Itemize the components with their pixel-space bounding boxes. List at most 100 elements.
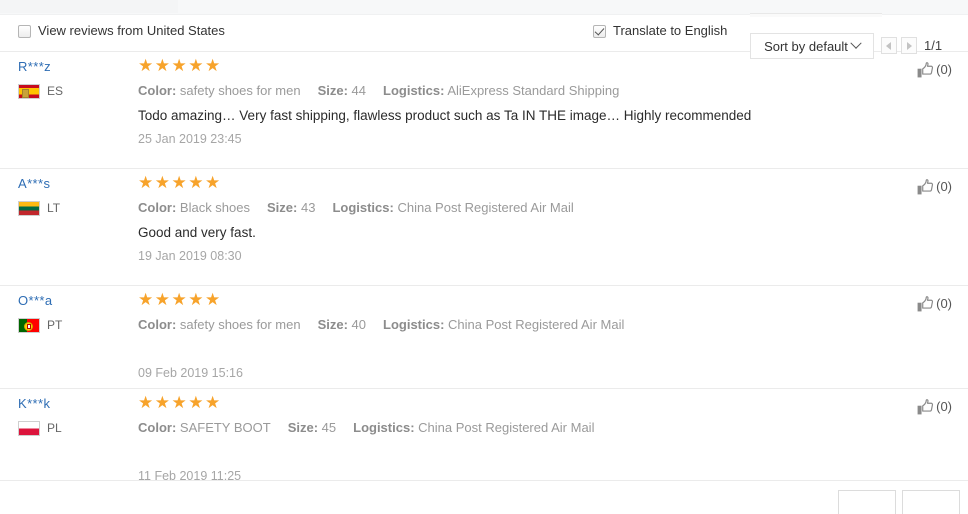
- review-text: [138, 341, 908, 359]
- review-attributes: Color: safety shoes for men Size: 40 Logis…: [138, 316, 908, 333]
- helpful-count: (0): [936, 62, 952, 77]
- review-date: 11 Feb 2019 11:25: [138, 469, 242, 483]
- country-flag-icon: [18, 84, 40, 99]
- attribute-size-label: Size:: [267, 200, 298, 215]
- attribute-size-value: 44: [351, 83, 367, 98]
- attribute-size-label: Size:: [287, 420, 319, 435]
- helpful-count: (0): [936, 296, 952, 311]
- review-item: K***k PL ★★★★★ Color: SAFETY BOOT Size: 4…: [0, 389, 968, 484]
- helpful-count: (0): [936, 399, 952, 414]
- review-date: 19 Jan 2019 08:30: [138, 249, 242, 263]
- helpful-button[interactable]: (0): [916, 397, 952, 416]
- attribute-size-value: 40: [351, 317, 367, 332]
- triangle-right-icon: [907, 41, 912, 50]
- reviewer-country: ES: [18, 84, 128, 99]
- review-attributes: Color: safety shoes for men Size: 44 Logis…: [138, 82, 908, 99]
- attribute-logistics: Logistics: China Post Registered Air Mai…: [353, 420, 594, 435]
- reviewer-name[interactable]: R***z: [18, 59, 128, 75]
- review-text: [138, 444, 908, 462]
- attribute-color: Color: SAFETY BOOT: [138, 420, 271, 435]
- thumbs-up-icon: [917, 62, 934, 78]
- attribute-logistics-label: Logistics:: [383, 83, 445, 98]
- view-reviews-from-country-checkbox[interactable]: View reviews from United States: [18, 24, 225, 38]
- reviewer-block: A***s LT: [18, 176, 128, 216]
- country-code: PL: [47, 421, 62, 435]
- attribute-color-label: Color:: [138, 83, 177, 98]
- attribute-size: Size: 43: [267, 200, 315, 215]
- review-text: Todo amazing… Very fast shipping, flawle…: [138, 108, 752, 123]
- review-date: 25 Jan 2019 23:45: [138, 132, 242, 146]
- reviewer-country: PL: [18, 421, 128, 436]
- reviews-toolbar: View reviews from United States Translat…: [0, 14, 968, 59]
- review-date: 09 Feb 2019 15:16: [138, 366, 243, 380]
- checkbox-box-translate[interactable]: [593, 24, 606, 38]
- attribute-color-label: Color:: [138, 317, 177, 332]
- rating-stars: ★★★★★: [138, 290, 222, 309]
- triangle-left-icon: [886, 41, 891, 50]
- attribute-color: Color: Black shoes: [138, 200, 250, 215]
- rating-stars: ★★★★★: [138, 393, 222, 412]
- country-flag-icon: [18, 421, 40, 436]
- page-top-band-segment: [0, 0, 178, 13]
- attribute-logistics-label: Logistics:: [332, 200, 394, 215]
- attribute-color-value: safety shoes for men: [179, 83, 301, 98]
- attribute-logistics-value: China Post Registered Air Mail: [418, 420, 595, 435]
- view-reviews-from-country-label: View reviews from United States: [38, 23, 225, 38]
- reviewer-name[interactable]: K***k: [18, 396, 128, 412]
- reviewer-country: PT: [18, 318, 128, 333]
- chevron-down-icon: [850, 37, 862, 49]
- attribute-size: Size: 40: [318, 317, 366, 332]
- country-code: LT: [47, 201, 61, 215]
- thumbs-up-icon: [917, 179, 934, 195]
- review-content: ★★★★★ Color: SAFETY BOOT Size: 45 Logistic…: [138, 393, 908, 484]
- helpful-button[interactable]: (0): [916, 294, 952, 313]
- attribute-color: Color: safety shoes for men: [138, 317, 301, 332]
- reviewer-block: K***k PL: [18, 396, 128, 436]
- attribute-logistics-value: China Post Registered Air Mail: [448, 317, 625, 332]
- country-code: PT: [47, 318, 63, 332]
- attribute-size: Size: 45: [288, 420, 336, 435]
- attribute-logistics-label: Logistics:: [383, 317, 445, 332]
- attribute-logistics: Logistics: China Post Registered Air Mai…: [332, 200, 573, 215]
- country-flag-icon: [18, 201, 40, 216]
- country-code: ES: [47, 84, 64, 98]
- country-flag-icon: [18, 318, 40, 333]
- attribute-color-value: Black shoes: [179, 200, 250, 215]
- attribute-size: Size: 44: [318, 83, 366, 98]
- translate-to-english-label: Translate to English: [613, 23, 728, 38]
- attribute-size-label: Size:: [317, 317, 348, 332]
- review-attributes: Color: SAFETY BOOT Size: 45 Logistics: Chi…: [138, 419, 908, 436]
- translate-to-english-checkbox[interactable]: Translate to English: [593, 24, 727, 38]
- attribute-logistics-value: AliExpress Standard Shipping: [447, 83, 620, 98]
- reviewer-name[interactable]: A***s: [18, 176, 128, 192]
- reviewer-block: O***a PT: [18, 293, 128, 333]
- attribute-color: Color: safety shoes for men: [138, 83, 301, 98]
- review-content: ★★★★★ Color: safety shoes for men Size: 4…: [138, 290, 908, 381]
- attribute-logistics-label: Logistics:: [353, 420, 415, 435]
- review-text: Good and very fast.: [138, 225, 256, 240]
- attribute-color-value: safety shoes for men: [179, 317, 301, 332]
- footer-button-left[interactable]: [838, 490, 896, 514]
- review-item: A***s LT ★★★★★ Color: Black shoes Size: 4…: [0, 169, 968, 286]
- helpful-button[interactable]: (0): [916, 60, 952, 79]
- attribute-size-value: 43: [300, 200, 316, 215]
- thumbs-up-icon: [917, 296, 934, 312]
- review-item: R***z ES ★★★★★ Color: safety shoes for m…: [0, 52, 968, 169]
- helpful-count: (0): [936, 179, 952, 194]
- footer-button-right[interactable]: [902, 490, 960, 514]
- attribute-logistics: Logistics: China Post Registered Air Mai…: [383, 317, 624, 332]
- attribute-color-label: Color:: [138, 200, 177, 215]
- helpful-button[interactable]: (0): [916, 177, 952, 196]
- attribute-size-label: Size:: [317, 83, 348, 98]
- reviewer-name[interactable]: O***a: [18, 293, 128, 309]
- rating-stars: ★★★★★: [138, 173, 222, 192]
- pagination-page-indicator: 1/1: [924, 37, 943, 53]
- attribute-logistics: Logistics: AliExpress Standard Shipping: [383, 83, 619, 98]
- attribute-size-value: 45: [321, 420, 337, 435]
- reviewer-country: LT: [18, 201, 128, 216]
- review-item: O***a PT ★★★★★ Color: safety shoes for m…: [0, 286, 968, 389]
- rating-stars: ★★★★★: [138, 56, 222, 75]
- checkbox-box-view-country[interactable]: [18, 24, 31, 38]
- attribute-logistics-value: China Post Registered Air Mail: [397, 200, 574, 215]
- attribute-color-label: Color:: [138, 420, 177, 435]
